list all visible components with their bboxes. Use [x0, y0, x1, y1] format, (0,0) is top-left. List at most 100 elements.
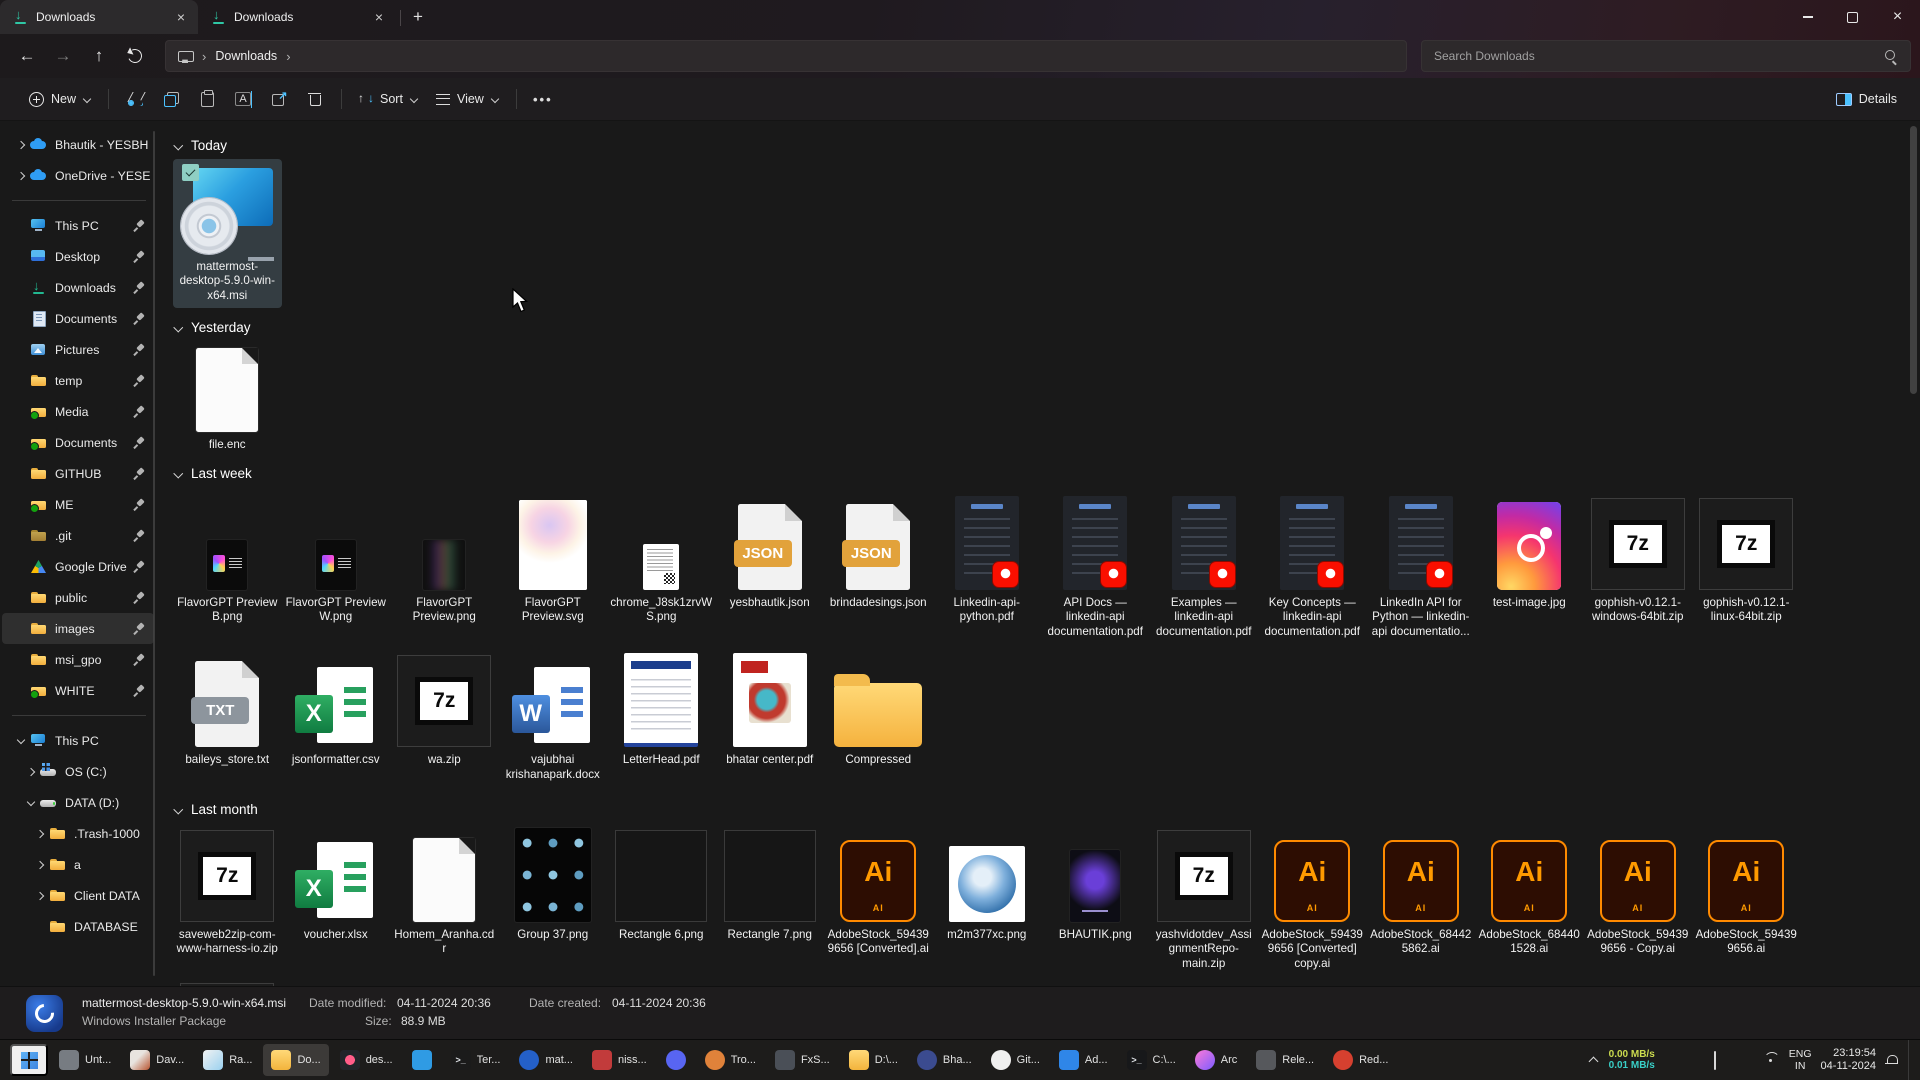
taskbar-app-ra[interactable]: Ra...	[195, 1044, 260, 1076]
rename-button[interactable]: A	[228, 83, 258, 115]
view-button[interactable]: View	[427, 83, 508, 115]
network-icon[interactable]	[1764, 1052, 1780, 1068]
sidebar-item-os-c[interactable]: OS (C:)	[2, 756, 154, 787]
share-button[interactable]	[264, 83, 294, 115]
clock[interactable]: 23:19:54 04-11-2024	[1821, 1047, 1876, 1073]
file-document-zip[interactable]: DOCUMENT.zip	[173, 976, 282, 986]
taskbar-app-red[interactable]: Red...	[1325, 1044, 1396, 1076]
group-collapse-chevron[interactable]	[173, 468, 184, 479]
sidebar-item-white[interactable]: WHITE	[2, 675, 154, 706]
file-compressed[interactable]: Compressed	[824, 644, 933, 787]
file-yesbhautik-json[interactable]: yesbhautik.json	[716, 487, 825, 644]
file-gophish-v0-12-1-windows-64bit-zip[interactable]: gophish-v0.12.1-windows-64bit.zip	[1584, 487, 1693, 644]
volume-icon[interactable]	[1739, 1052, 1755, 1068]
search-box[interactable]: Search Downloads	[1421, 40, 1911, 72]
sidebar-item-public[interactable]: public	[2, 582, 154, 613]
file-wa-zip[interactable]: wa.zip	[390, 644, 499, 787]
file-key-concepts-linkedin-api-documentation-pdf[interactable]: Key Concepts — linkedin-api documentatio…	[1258, 487, 1367, 644]
search-icon[interactable]	[1884, 49, 1898, 63]
network-speed-widget[interactable]: 0.00 MB/s 0.01 MB/s	[1609, 1049, 1655, 1071]
taskbar-app-unt[interactable]: Unt...	[51, 1044, 119, 1076]
chrome-tray-icon[interactable]	[1664, 1052, 1680, 1068]
new-tab-button[interactable]: +	[405, 4, 431, 30]
taskbar-app-dav[interactable]: Dav...	[122, 1044, 192, 1076]
taskbar-app-tro[interactable]: Tro...	[697, 1044, 764, 1076]
sidebar-item-desktop[interactable]: Desktop	[2, 241, 154, 272]
sidebar-item-documents[interactable]: Documents	[2, 427, 154, 458]
expand-chevron-icon[interactable]	[24, 765, 40, 779]
sidebar-scrollbar[interactable]	[153, 131, 156, 976]
tab-close-icon[interactable]: ×	[370, 8, 388, 26]
sidebar-item-onedrive-yese[interactable]: OneDrive - YESE	[2, 160, 154, 191]
paste-button[interactable]	[192, 83, 222, 115]
expand-chevron-icon[interactable]	[14, 169, 30, 183]
taskbar-app-mat[interactable]: mat...	[511, 1044, 581, 1076]
sidebar-item-data-d[interactable]: DATA (D:)	[2, 787, 154, 818]
file-group-37-png[interactable]: Group 37.png	[499, 823, 608, 976]
up-button[interactable]: ↑	[81, 39, 117, 73]
file-jsonformatter-csv[interactable]: jsonformatter.csv	[282, 644, 391, 787]
file-homem-aranha-cdr[interactable]: Homem_Aranha.cdr	[390, 823, 499, 976]
sidebar-item-trash-1000[interactable]: .Trash-1000	[2, 818, 154, 849]
file-m2m377xc-png[interactable]: m2m377xc.png	[933, 823, 1042, 976]
file-letterhead-pdf[interactable]: LetterHead.pdf	[607, 644, 716, 787]
expand-chevron-icon[interactable]	[33, 827, 49, 841]
group-collapse-chevron[interactable]	[173, 140, 184, 151]
file-adobestock-594399656-copy-ai[interactable]: AdobeStock_594399656 - Copy.ai	[1584, 823, 1693, 976]
minimize-button[interactable]	[1785, 0, 1830, 34]
file-baileys-store-txt[interactable]: baileys_store.txt	[173, 644, 282, 787]
taskbar-app[interactable]	[658, 1044, 694, 1076]
file-adobestock-684401528-ai[interactable]: AdobeStock_684401528.ai	[1475, 823, 1584, 976]
sidebar-item-temp[interactable]: temp	[2, 365, 154, 396]
taskbar-app-do[interactable]: Do...	[263, 1044, 328, 1076]
file-saveweb2zip-com-www-harness-io-zip[interactable]: saveweb2zip-com-www-harness-io.zip	[173, 823, 282, 976]
taskbar-app-des[interactable]: des...	[332, 1044, 401, 1076]
file-yashvidotdev-assignmentrepo-main-zip[interactable]: yashvidotdev_AssignmentRepo-main.zip	[1150, 823, 1259, 976]
taskbar-app-arc[interactable]: Arc	[1187, 1044, 1246, 1076]
security-shield-icon[interactable]	[1689, 1052, 1705, 1068]
file-gophish-v0-12-1-linux-64bit-zip[interactable]: gophish-v0.12.1-linux-64bit.zip	[1692, 487, 1801, 644]
file-bhatar-center-pdf[interactable]: bhatar center.pdf	[716, 644, 825, 787]
file-api-docs-linkedin-api-documentation-pdf[interactable]: API Docs — linkedin-api documentation.pd…	[1041, 487, 1150, 644]
taskbar-app-git[interactable]: Git...	[983, 1044, 1048, 1076]
sidebar-item-msi-gpo[interactable]: msi_gpo	[2, 644, 154, 675]
file-adobestock-594399656-converted-copy-ai[interactable]: AdobeStock_594399656 [Converted] copy.ai	[1258, 823, 1367, 976]
breadcrumb-chevron[interactable]: ›	[202, 49, 206, 64]
file-adobestock-594399656-ai[interactable]: AdobeStock_594399656.ai	[1692, 823, 1801, 976]
file-vajubhai-krishanapark-docx[interactable]: vajubhai krishanapark.docx	[499, 644, 608, 787]
file-adobestock-594399656-converted-ai[interactable]: AdobeStock_594399656 [Converted].ai	[824, 823, 933, 976]
expand-chevron-icon[interactable]	[33, 889, 49, 903]
sidebar-item-images[interactable]: images	[2, 613, 154, 644]
sidebar-item-downloads[interactable]: Downloads	[2, 272, 154, 303]
file-linkedin-api-for-python-linkedin-api-documentatio[interactable]: LinkedIn API for Python — linkedin-api d…	[1367, 487, 1476, 644]
content-scrollbar[interactable]	[1910, 126, 1917, 394]
taskbar-app-rele[interactable]: Rele...	[1248, 1044, 1322, 1076]
file-bhautik-png[interactable]: BHAUTIK.png	[1041, 823, 1150, 976]
file-voucher-xlsx[interactable]: voucher.xlsx	[282, 823, 391, 976]
group-collapse-chevron[interactable]	[173, 322, 184, 333]
tab-downloads-2[interactable]: Downloads ×	[198, 0, 396, 34]
show-desktop-button[interactable]	[1908, 1040, 1912, 1080]
file-linkedin-api-python-pdf[interactable]: Linkedin-api-python.pdf	[933, 487, 1042, 644]
start-button[interactable]	[10, 1044, 48, 1076]
file-flavorgpt-preview-w-png[interactable]: FlavorGPT Preview W.png	[282, 487, 391, 644]
sidebar-item-me[interactable]: ME	[2, 489, 154, 520]
cut-button[interactable]	[120, 83, 150, 115]
group-collapse-chevron[interactable]	[173, 804, 184, 815]
language-indicator[interactable]: ENG IN	[1789, 1048, 1812, 1072]
notifications-bell-icon[interactable]	[1885, 1054, 1899, 1067]
breadcrumb-chevron[interactable]: ›	[286, 49, 290, 64]
sidebar-item-this-pc[interactable]: This PC	[2, 210, 154, 241]
file-adobestock-684425862-ai[interactable]: AdobeStock_684425862.ai	[1367, 823, 1476, 976]
file-flavorgpt-preview-png[interactable]: FlavorGPT Preview.png	[390, 487, 499, 644]
sidebar-item-google-drive[interactable]: Google Drive	[2, 551, 154, 582]
copy-button[interactable]	[156, 83, 186, 115]
file-flavorgpt-preview-b-png[interactable]: FlavorGPT Preview B.png	[173, 487, 282, 644]
hidden-icons-chevron[interactable]	[1588, 1055, 1600, 1065]
sidebar-item-bhautik-yesbh[interactable]: Bhautik - YESBH	[2, 129, 154, 160]
file-test-image-jpg[interactable]: test-image.jpg	[1475, 487, 1584, 644]
file-rectangle-6-png[interactable]: Rectangle 6.png	[607, 823, 716, 976]
taskbar-app-fxs[interactable]: FxS...	[767, 1044, 838, 1076]
maximize-button[interactable]	[1830, 0, 1875, 34]
sidebar-item-client-data[interactable]: Client DATA	[2, 880, 154, 911]
